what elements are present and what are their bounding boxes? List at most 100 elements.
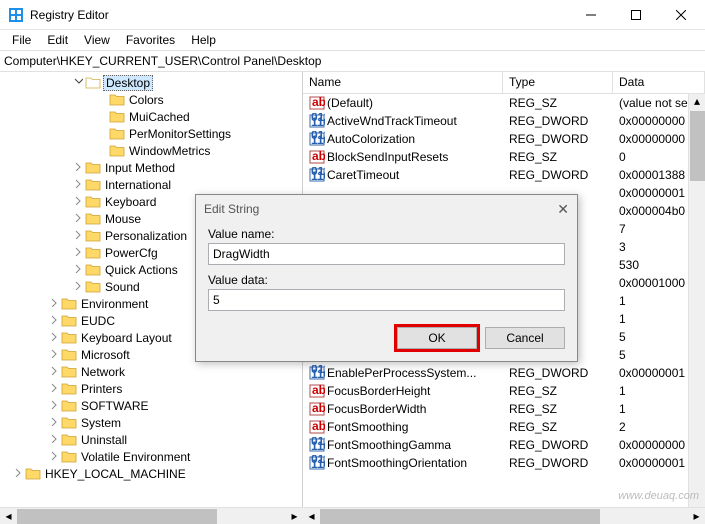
tree-item-label: Uninstall bbox=[79, 433, 129, 447]
list-row[interactable]: 011110ActiveWndTrackTimeoutREG_DWORD0x00… bbox=[303, 112, 705, 130]
list-row[interactable]: abFocusBorderHeightREG_SZ1 bbox=[303, 382, 705, 400]
tree-item-muicached[interactable]: MuiCached bbox=[0, 108, 302, 125]
expand-icon[interactable] bbox=[48, 451, 61, 463]
list-header: Name Type Data bbox=[303, 72, 705, 94]
expand-icon[interactable] bbox=[48, 417, 61, 429]
tree-item-label: MuiCached bbox=[127, 110, 192, 124]
cancel-button[interactable]: Cancel bbox=[485, 327, 565, 349]
list-row[interactable]: abFocusBorderWidthREG_SZ1 bbox=[303, 400, 705, 418]
tree-item-network[interactable]: Network bbox=[0, 363, 302, 380]
tree-item-international[interactable]: International bbox=[0, 176, 302, 193]
tree-item-permonitorsettings[interactable]: PerMonitorSettings bbox=[0, 125, 302, 142]
tree-item-software[interactable]: SOFTWARE bbox=[0, 397, 302, 414]
folder-icon bbox=[61, 450, 77, 464]
list-row[interactable]: 011110EnablePerProcessSystem...REG_DWORD… bbox=[303, 364, 705, 382]
expand-icon[interactable] bbox=[72, 247, 85, 259]
tree-item-uninstall[interactable]: Uninstall bbox=[0, 431, 302, 448]
titlebar: Registry Editor bbox=[0, 0, 705, 30]
svg-text:110: 110 bbox=[311, 439, 325, 453]
list-row[interactable]: 011110FontSmoothingGammaREG_DWORD0x00000… bbox=[303, 436, 705, 454]
value-data-input[interactable] bbox=[208, 289, 565, 311]
expand-icon[interactable] bbox=[48, 332, 61, 344]
tree-item-colors[interactable]: Colors bbox=[0, 91, 302, 108]
tree-item-input-method[interactable]: Input Method bbox=[0, 159, 302, 176]
tree-item-volatile-environment[interactable]: Volatile Environment bbox=[0, 448, 302, 465]
tree-item-label: Desktop bbox=[103, 75, 153, 91]
close-button[interactable] bbox=[658, 0, 703, 29]
watermark: www.deuaq.com bbox=[618, 490, 699, 502]
value-type: REG_SZ bbox=[503, 420, 613, 434]
menu-edit[interactable]: Edit bbox=[39, 31, 76, 49]
expand-icon[interactable] bbox=[12, 468, 25, 480]
expand-icon[interactable] bbox=[48, 298, 61, 310]
value-type: REG_SZ bbox=[503, 96, 613, 110]
list-row[interactable]: 011110AutoColorizationREG_DWORD0x0000000… bbox=[303, 130, 705, 148]
folder-icon bbox=[85, 161, 101, 175]
tree-item-printers[interactable]: Printers bbox=[0, 380, 302, 397]
svg-text:ab: ab bbox=[312, 383, 325, 397]
expand-icon[interactable] bbox=[72, 162, 85, 174]
dword-value-icon: 011110 bbox=[309, 113, 325, 129]
col-type[interactable]: Type bbox=[503, 72, 613, 93]
folder-icon bbox=[85, 263, 101, 277]
minimize-button[interactable] bbox=[568, 0, 613, 29]
address-bar[interactable]: Computer\HKEY_CURRENT_USER\Control Panel… bbox=[0, 50, 705, 72]
list-row[interactable]: ab(Default)REG_SZ(value not set) bbox=[303, 94, 705, 112]
tree-item-windowmetrics[interactable]: WindowMetrics bbox=[0, 142, 302, 159]
menubar: File Edit View Favorites Help bbox=[0, 30, 705, 50]
menu-file[interactable]: File bbox=[4, 31, 39, 49]
tree-item-system[interactable]: System bbox=[0, 414, 302, 431]
folder-icon bbox=[25, 467, 41, 481]
tree-item-label: Volatile Environment bbox=[79, 450, 192, 464]
list-row[interactable]: abBlockSendInputResetsREG_SZ0 bbox=[303, 148, 705, 166]
list-row[interactable]: 011110CaretTimeoutREG_DWORD0x00001388 (5… bbox=[303, 166, 705, 184]
tree-item-label: Network bbox=[79, 365, 127, 379]
string-value-icon: ab bbox=[309, 401, 325, 417]
bottom-scrollbar-right[interactable]: ◂ ▸ bbox=[303, 507, 705, 524]
maximize-button[interactable] bbox=[613, 0, 658, 29]
value-name: AutoColorization bbox=[327, 132, 415, 146]
value-name: (Default) bbox=[327, 96, 373, 110]
list-row[interactable]: 011110FontSmoothingOrientationREG_DWORD0… bbox=[303, 454, 705, 472]
expand-icon[interactable] bbox=[48, 400, 61, 412]
string-value-icon: ab bbox=[309, 383, 325, 399]
expand-icon[interactable] bbox=[48, 366, 61, 378]
value-name-input[interactable] bbox=[208, 243, 565, 265]
expand-icon[interactable] bbox=[72, 77, 85, 89]
menu-view[interactable]: View bbox=[76, 31, 118, 49]
tree-item-label: Mouse bbox=[103, 212, 143, 226]
menu-favorites[interactable]: Favorites bbox=[118, 31, 183, 49]
list-row[interactable]: abFontSmoothingREG_SZ2 bbox=[303, 418, 705, 436]
string-value-icon: ab bbox=[309, 419, 325, 435]
expand-icon[interactable] bbox=[72, 230, 85, 242]
value-type: REG_SZ bbox=[503, 384, 613, 398]
col-data[interactable]: Data bbox=[613, 72, 705, 93]
tree-item-hkey-local-machine[interactable]: HKEY_LOCAL_MACHINE bbox=[0, 465, 302, 482]
dialog-close-button[interactable]: ✕ bbox=[557, 201, 569, 218]
expand-icon[interactable] bbox=[72, 281, 85, 293]
expand-icon[interactable] bbox=[48, 315, 61, 327]
list-scrollbar-vertical[interactable]: ▴ ▾ bbox=[688, 94, 705, 521]
expand-icon[interactable] bbox=[48, 349, 61, 361]
expand-icon[interactable] bbox=[72, 264, 85, 276]
svg-text:110: 110 bbox=[311, 367, 325, 381]
col-name[interactable]: Name bbox=[303, 72, 503, 93]
bottom-scrollbar[interactable]: ◂ ▸ bbox=[0, 507, 303, 524]
ok-button[interactable]: OK bbox=[397, 327, 477, 349]
expand-icon[interactable] bbox=[48, 434, 61, 446]
dword-value-icon: 011110 bbox=[309, 455, 325, 471]
dword-value-icon: 011110 bbox=[309, 167, 325, 183]
folder-icon bbox=[61, 399, 77, 413]
expand-icon[interactable] bbox=[72, 196, 85, 208]
value-type: REG_DWORD bbox=[503, 168, 613, 182]
tree-item-label: Microsoft bbox=[79, 348, 132, 362]
tree-item-desktop[interactable]: Desktop bbox=[0, 74, 302, 91]
tree-item-label: Printers bbox=[79, 382, 124, 396]
menu-help[interactable]: Help bbox=[183, 31, 224, 49]
value-type: REG_SZ bbox=[503, 402, 613, 416]
expand-icon[interactable] bbox=[72, 213, 85, 225]
expand-icon[interactable] bbox=[48, 383, 61, 395]
tree-item-label: Keyboard Layout bbox=[79, 331, 174, 345]
expand-icon[interactable] bbox=[72, 179, 85, 191]
dword-value-icon: 011110 bbox=[309, 437, 325, 453]
